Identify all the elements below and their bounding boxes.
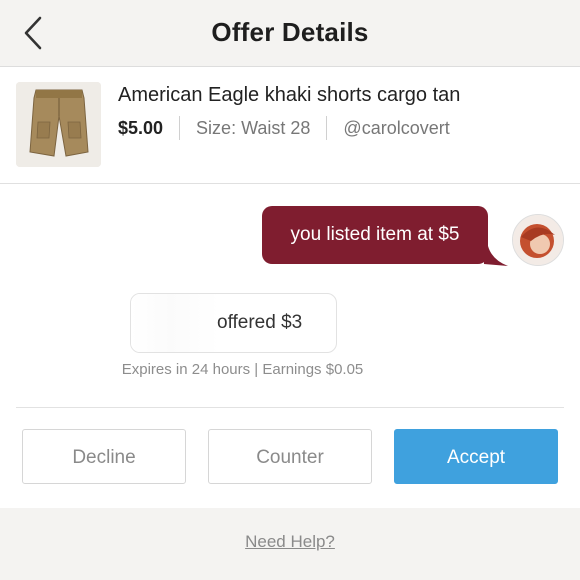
- need-help-link[interactable]: Need Help?: [0, 532, 580, 552]
- footer: Need Help?: [0, 508, 580, 580]
- offer-expiry-earnings: Expires in 24 hours | Earnings $0.05: [121, 361, 364, 378]
- counter-button[interactable]: Counter: [208, 429, 372, 484]
- buyer-message-bubble: offered $3: [130, 293, 337, 353]
- bubble-tail: [484, 246, 508, 266]
- item-price: $5.00: [118, 117, 164, 138]
- meta-divider: [326, 116, 328, 140]
- avatar-image: [513, 215, 563, 265]
- page-title: Offer Details: [211, 17, 369, 47]
- item-meta: $5.00 Size: Waist 28 @carolcovert: [118, 116, 450, 140]
- item-thumbnail[interactable]: [16, 82, 101, 167]
- item-summary: American Eagle khaki shorts cargo tan $5…: [0, 67, 580, 184]
- meta-divider: [179, 116, 181, 140]
- seller-username[interactable]: @carolcovert: [343, 118, 449, 139]
- section-divider: [16, 407, 564, 408]
- seller-message-bubble: you listed item at $5: [262, 206, 488, 264]
- item-title[interactable]: American Eagle khaki shorts cargo tan: [118, 84, 460, 107]
- item-size: Size: Waist 28: [196, 117, 311, 138]
- decline-button[interactable]: Decline: [22, 429, 186, 484]
- accept-button[interactable]: Accept: [394, 429, 558, 484]
- shorts-image: [16, 82, 101, 167]
- header-bar: Offer Details: [0, 0, 580, 67]
- buyer-name-redacted: [131, 294, 219, 352]
- buyer-offer-text: offered $3: [217, 312, 303, 333]
- seller-avatar[interactable]: [512, 214, 564, 266]
